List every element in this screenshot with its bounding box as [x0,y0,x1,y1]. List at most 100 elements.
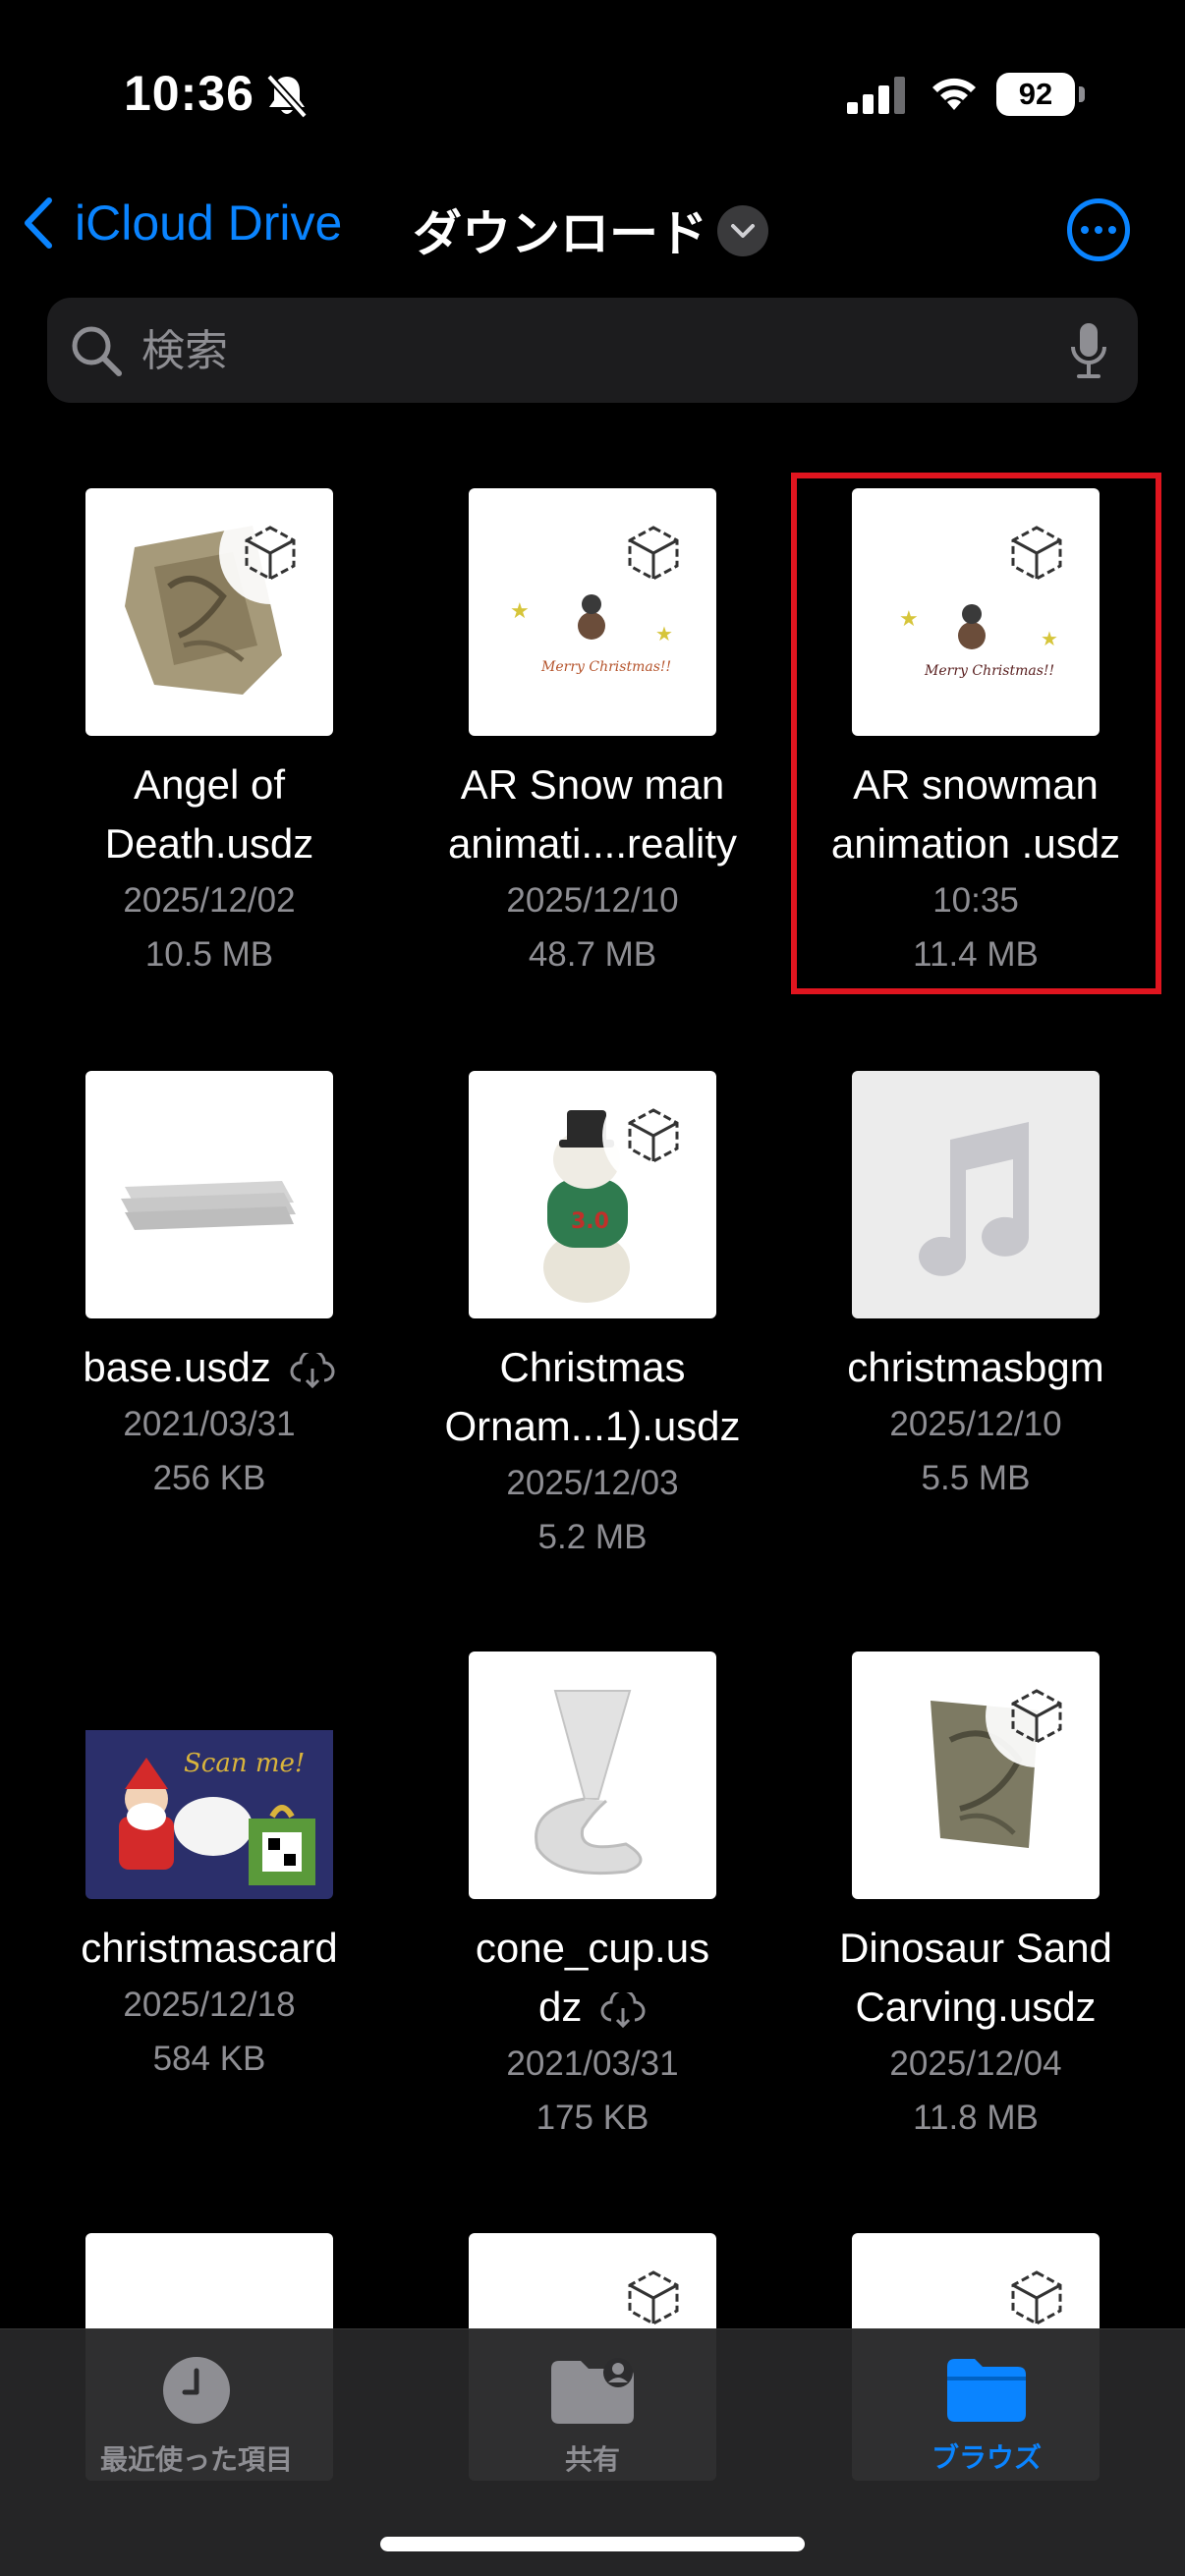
base-plate-image [121,1181,296,1230]
file-size: 48.7 MB [528,935,657,974]
svg-text:★: ★ [510,599,530,624]
more-options-button[interactable] [1067,198,1130,261]
back-button-label: iCloud Drive [75,196,343,251]
back-button[interactable]: iCloud Drive [24,195,342,252]
file-thumbnail: ★ ★ Merry Christmas!! [469,488,716,736]
ar-cube-icon [628,2270,679,2325]
cone-cup-image [535,1690,643,1876]
file-date: 2025/12/10 [506,881,679,920]
tab-browse[interactable]: ブラウズ [839,2355,1134,2476]
file-thumbnail [469,1652,716,1899]
file-size: 11.8 MB [913,2099,1039,2137]
cloud-download-icon[interactable] [289,1352,336,1388]
file-name-text: dz [537,1984,583,2030]
status-time: 10:36 [124,66,254,121]
file-item-base-usdz[interactable]: base.usdz 2021/03/31 256 KB [18,1071,401,1505]
file-name-line: christmascard [81,1925,338,1971]
card-scan-text: Scan me! [184,1749,305,1778]
wifi-icon [932,78,976,110]
file-name-line: dz [401,1978,784,2037]
search-icon [72,326,122,376]
ar-cube-icon [1011,2270,1062,2325]
search-bar[interactable] [47,298,1138,405]
file-name-line: christmasbgm [847,1344,1104,1390]
snow-card-text: Merry Christmas!! [540,659,671,675]
more-dot [1095,226,1102,234]
file-item-ar-snow-man-reality[interactable]: ★ ★ Merry Christmas!! AR Snow man animat… [401,488,784,981]
tab-label: ブラウズ [931,2442,1042,2473]
file-name-line: Ornam...1).usdz [444,1403,741,1449]
file-size: 5.5 MB [921,1459,1031,1497]
file-name-line: Dinosaur Sand [839,1925,1112,1971]
search-input[interactable] [140,298,1028,405]
file-date: 2025/12/18 [123,1986,296,2024]
file-item-christmascard[interactable]: Scan me! christmascard 2025/12/18 584 KB [18,1652,401,2086]
tab-recents[interactable]: 最近使った項目 [49,2355,344,2478]
file-thumbnail: 3.0 [469,1071,716,1318]
file-size: 175 KB [536,2099,649,2137]
shared-folder-icon [551,2358,634,2424]
svg-text:★: ★ [655,622,673,645]
file-size: 256 KB [152,1459,266,1497]
tab-shared[interactable]: 共有 [445,2355,740,2478]
file-item-angel-of-death[interactable]: Angel of Death.usdz 2025/12/02 10.5 MB [18,488,401,981]
file-size: 584 KB [152,2040,266,2078]
file-thumbnail: Scan me! [85,1652,333,1899]
ar-cube-icon [245,526,296,581]
cellular-signal-icon [847,77,905,114]
file-item-christmas-ornament[interactable]: 3.0 Christmas Ornam...1).usdz 2025/12/03… [401,1071,784,1564]
home-indicator[interactable] [380,2537,805,2551]
christmas-card-image: Scan me! [85,1730,333,1899]
file-thumbnail [852,1652,1100,1899]
file-date: 2021/03/31 [123,1405,296,1443]
ar-badge [602,1085,705,1187]
bell-slash-icon [266,74,308,119]
file-name-line: AR Snow man [460,761,725,808]
music-note-icon [919,1122,1029,1276]
file-item-cone-cup[interactable]: cone_cup.us dz 2021/03/31 175 KB [401,1652,784,2145]
file-name-line: Death.usdz [104,820,314,867]
battery-indicator: 92 [996,73,1075,116]
file-thumbnail [852,1071,1100,1318]
file-item-christmasbgm[interactable]: christmasbgm 2025/12/10 5.5 MB [784,1071,1167,1505]
selection-highlight [791,473,1161,994]
ar-cube-icon [1011,1689,1062,1744]
file-thumbnail [85,1071,333,1318]
file-item-dinosaur-sand-carving[interactable]: Dinosaur Sand Carving.usdz 2025/12/04 11… [784,1652,1167,2145]
chevron-down-icon [731,224,755,238]
ar-cube-icon [628,1108,679,1163]
file-date: 2025/12/10 [889,1405,1062,1443]
file-name-line: cone_cup.us [475,1925,710,1971]
cloud-download-icon[interactable] [599,1991,647,2028]
ar-cube-icon [628,526,679,581]
tab-label: 最近使った項目 [99,2444,293,2475]
file-name-line: Christmas [499,1344,686,1390]
page-title: ダウンロード [413,206,707,261]
files-app-screen: 10:36 92 iCloud Drive ダウンロード 検索 Angel of… [0,0,1185,2576]
clock-icon [163,2357,230,2424]
file-name-text: base.usdz [83,1344,271,1390]
folder-icon [947,2359,1026,2422]
file-date: 2025/12/03 [506,1464,679,1502]
title-menu-button[interactable] [717,205,768,256]
file-size: 10.5 MB [144,935,274,974]
tab-label: 共有 [564,2444,620,2475]
file-date: 2021/03/31 [506,2044,679,2083]
ar-badge [219,502,321,604]
ornament-text: 3.0 [571,1209,609,1234]
file-name-line: Angel of [133,761,286,808]
file-name-line: animati....reality [447,820,738,867]
file-date: 2025/12/02 [123,881,296,920]
battery-tip [1079,86,1085,102]
chevron-left-icon [25,197,52,249]
more-dot [1108,226,1116,234]
file-name-line: base.usdz [18,1338,401,1397]
file-thumbnail [85,488,333,736]
file-name-line: Carving.usdz [855,1984,1097,2030]
ar-badge [602,502,705,604]
file-date: 2025/12/04 [889,2044,1062,2083]
file-size: 5.2 MB [537,1518,648,1556]
ar-badge [986,1665,1088,1767]
more-dot [1081,226,1089,234]
microphone-icon[interactable] [1069,321,1108,380]
